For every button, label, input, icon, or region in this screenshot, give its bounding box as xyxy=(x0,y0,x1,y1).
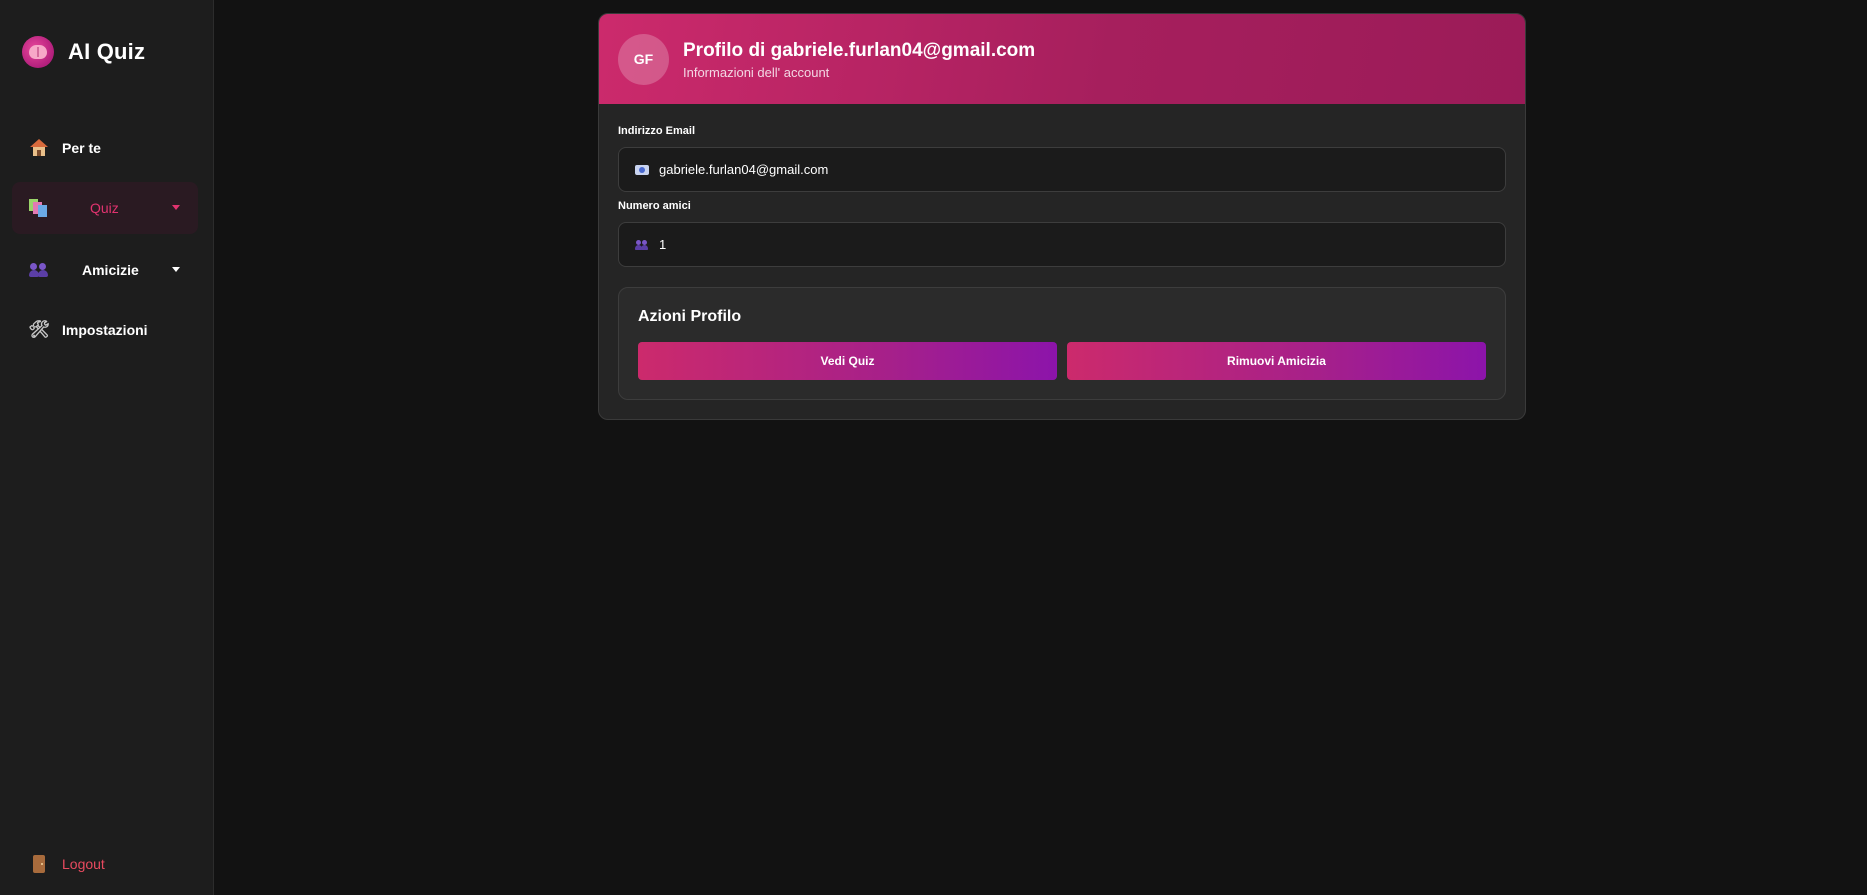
books-icon xyxy=(28,197,50,219)
logout-button[interactable]: Logout xyxy=(12,838,198,890)
email-label: Indirizzo Email xyxy=(618,125,696,137)
sidebar: AI Quiz Per te Quiz Amicizie 🛠 Impostazi… xyxy=(0,0,214,895)
friends-count-field[interactable]: 1 xyxy=(618,222,1506,267)
house-icon xyxy=(28,137,50,159)
chevron-down-icon[interactable] xyxy=(172,267,180,272)
brain-logo-icon xyxy=(22,36,54,68)
sidebar-item-impostazioni[interactable]: 🛠 Impostazioni xyxy=(12,304,198,356)
profile-header-text: Profilo di gabriele.furlan04@gmail.com I… xyxy=(683,39,1035,80)
profile-card: GF Profilo di gabriele.furlan04@gmail.co… xyxy=(598,13,1526,420)
brand[interactable]: AI Quiz xyxy=(22,36,145,68)
email-value: gabriele.furlan04@gmail.com xyxy=(659,162,829,177)
remove-friend-button[interactable]: Rimuovi Amicizia xyxy=(1067,342,1486,380)
people-icon xyxy=(28,259,50,281)
avatar: GF xyxy=(618,33,669,85)
profile-title: Profilo di gabriele.furlan04@gmail.com xyxy=(683,39,1036,61)
tools-icon: 🛠 xyxy=(28,320,50,339)
sidebar-item-amicizie[interactable]: Amicizie xyxy=(12,244,198,296)
view-quiz-button[interactable]: Vedi Quiz xyxy=(638,342,1057,380)
app-title: AI Quiz xyxy=(68,39,146,64)
sidebar-item-label: Impostazioni xyxy=(62,322,148,338)
email-field[interactable]: gabriele.furlan04@gmail.com xyxy=(618,147,1506,192)
logout-label: Logout xyxy=(62,856,105,872)
profile-header: GF Profilo di gabriele.furlan04@gmail.co… xyxy=(599,14,1525,104)
chevron-down-icon[interactable] xyxy=(172,205,180,210)
id-card-icon xyxy=(635,163,649,177)
profile-actions-panel: Azioni Profilo Vedi Quiz Rimuovi Amicizi… xyxy=(618,287,1506,400)
people-icon xyxy=(635,238,649,252)
sidebar-item-quiz[interactable]: Quiz xyxy=(12,182,198,234)
app-root: AI Quiz Per te Quiz Amicizie 🛠 Impostazi… xyxy=(0,0,1867,895)
profile-actions-title: Azioni Profilo xyxy=(638,308,742,325)
door-icon xyxy=(28,853,50,875)
friends-count-label: Numero amici xyxy=(618,200,691,212)
profile-subtitle: Informazioni dell' account xyxy=(683,64,830,80)
sidebar-item-label: Amicizie xyxy=(82,262,139,278)
sidebar-item-label: Quiz xyxy=(90,200,119,216)
sidebar-item-per-te[interactable]: Per te xyxy=(12,122,198,174)
sidebar-item-label: Per te xyxy=(62,140,101,156)
main-content: GF Profilo di gabriele.furlan04@gmail.co… xyxy=(214,0,1867,895)
friends-count-value: 1 xyxy=(659,237,667,252)
